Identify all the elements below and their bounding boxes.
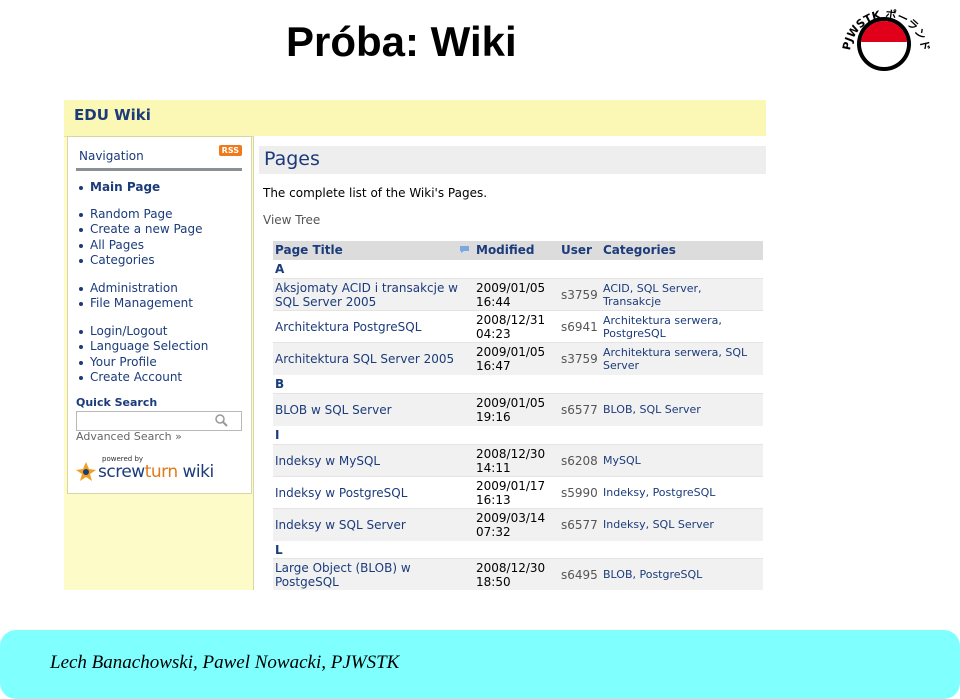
table-header: Page Title Modified User Categories [273,241,763,260]
table-row: Indeksy w PostgreSQL 2009/01/17 16:13 s5… [273,476,763,509]
comment-icon [460,246,469,253]
column-header-modified[interactable]: Modified [476,243,535,257]
category-links[interactable]: Architektura serwera, PostgreSQL [603,314,761,340]
category-links[interactable]: Indeksy, PostgreSQL [603,486,761,499]
pages-header: Pages [259,146,766,174]
user-name: s6577 [561,403,598,417]
page-link[interactable]: Architektura SQL Server 2005 [275,352,471,366]
table-row: Indeksy w SQL Server 2009/03/14 07:32 s6… [273,508,763,541]
footer-authors: Lech Banachowski, Pawel Nowacki, PJWSTK [50,652,400,673]
pjwstk-logo: PJWSTK ポーランド日本情報工科大学 [838,2,930,71]
nav-item-random-page[interactable]: Random Page [79,207,173,221]
category-links[interactable]: BLOB, PostgreSQL [603,568,761,581]
category-links[interactable]: ACID, SQL Server, Transakcje [603,282,761,308]
nav-item-file-management[interactable]: File Management [79,296,193,310]
category-links[interactable]: Indeksy, SQL Server [603,518,761,531]
nav-item-main-page[interactable]: Main Page [78,180,160,194]
table-row: BLOB w SQL Server 2009/01/05 19:16 s6577… [273,393,763,426]
modified-date: 2008/12/31 04:23 [476,313,546,341]
user-name: s3759 [561,288,598,302]
table-row: Large Object (BLOB) w PostgeSQL 2008/12/… [273,558,763,590]
page-link[interactable]: Indeksy w PostgreSQL [275,486,471,500]
nav-item-create-account[interactable]: Create Account [78,370,182,384]
search-icon[interactable] [214,413,228,427]
nav-item-login-logout[interactable]: Login/Logout [79,324,168,338]
user-name: s5990 [561,486,598,500]
modified-date: 2009/03/14 07:32 [476,511,546,539]
screwturn-logo-icon [76,462,96,481]
navigation-title: Navigation [79,149,144,163]
pages-table: Page Title Modified User Categories A Ak… [273,241,763,590]
group-letter-b: B [275,377,285,391]
user-name: s6577 [561,518,598,532]
modified-date: 2008/12/30 14:11 [476,447,546,475]
main-content: Pages The complete list of the Wiki's Pa… [253,136,766,590]
wiki-header: EDU Wiki [64,100,766,137]
table-row: Architektura PostgreSQL 2008/12/31 04:23… [273,310,763,343]
wiki-site-title[interactable]: EDU Wiki [74,106,151,124]
page-link[interactable]: Large Object (BLOB) w PostgeSQL [275,561,471,589]
category-links[interactable]: MySQL [603,454,761,467]
group-letter-l: L [275,543,283,557]
advanced-search-link[interactable]: Advanced Search » [76,430,182,443]
column-header-categories[interactable]: Categories [603,243,676,257]
powered-by-brand: screwturn wiki [98,462,214,482]
page-link[interactable]: Aksjomaty ACID i transakcje w SQL Server… [275,281,471,309]
category-links[interactable]: Architektura serwera, SQL Server [603,346,761,372]
nav-item-your-profile[interactable]: Your Profile [79,355,157,369]
sidebar: Navigation RSS Main Page Random Page Cre… [67,136,252,494]
user-name: s6941 [561,320,598,334]
modified-date: 2009/01/05 16:47 [476,345,546,373]
page-link[interactable]: Architektura PostgreSQL [275,320,471,334]
wiki-screenshot: EDU Wiki Navigation RSS Main Page Random… [64,100,766,590]
user-name: s3759 [561,352,598,366]
modified-date: 2009/01/05 16:44 [476,281,546,309]
nav-item-administration[interactable]: Administration [79,281,178,295]
category-links[interactable]: BLOB, SQL Server [603,403,761,416]
nav-item-all-pages[interactable]: All Pages [79,238,144,252]
powered-by-badge[interactable]: powered by screwturn wiki [76,455,226,483]
pages-intro: The complete list of the Wiki's Pages. [263,186,488,200]
column-header-user[interactable]: User [561,243,592,257]
user-name: s6208 [561,454,598,468]
page-link[interactable]: Indeksy w MySQL [275,454,471,468]
table-row: Indeksy w MySQL 2008/12/30 14:11 s6208 M… [273,444,763,477]
nav-item-language-selection[interactable]: Language Selection [78,339,208,353]
quick-search-label: Quick Search [76,396,158,409]
page-link[interactable]: Indeksy w SQL Server [275,518,471,532]
modified-date: 2009/01/05 19:16 [476,396,546,424]
modified-date: 2008/12/30 18:50 [476,561,546,589]
rss-icon[interactable]: RSS [218,145,242,156]
table-row: Architektura SQL Server 2005 2009/01/05 … [273,342,763,375]
slide-footer: Lech Banachowski, Pawel Nowacki, PJWSTK [0,630,960,699]
page-link[interactable]: BLOB w SQL Server [275,403,471,417]
page-title: Pages [264,148,320,170]
nav-item-create-page[interactable]: Create a new Page [79,222,203,236]
navigation-header: Navigation RSS [76,145,242,171]
nav-item-categories[interactable]: Categories [79,253,155,267]
group-letter-i: I [275,428,280,442]
user-name: s6495 [561,568,598,582]
column-header-title[interactable]: Page Title [275,243,343,257]
table-row: Aksjomaty ACID i transakcje w SQL Server… [273,278,763,311]
view-tree-link[interactable]: View Tree [263,213,320,227]
slide-title: Próba: Wiki [286,18,517,65]
group-letter-a: A [275,262,285,276]
modified-date: 2009/01/17 16:13 [476,479,546,507]
